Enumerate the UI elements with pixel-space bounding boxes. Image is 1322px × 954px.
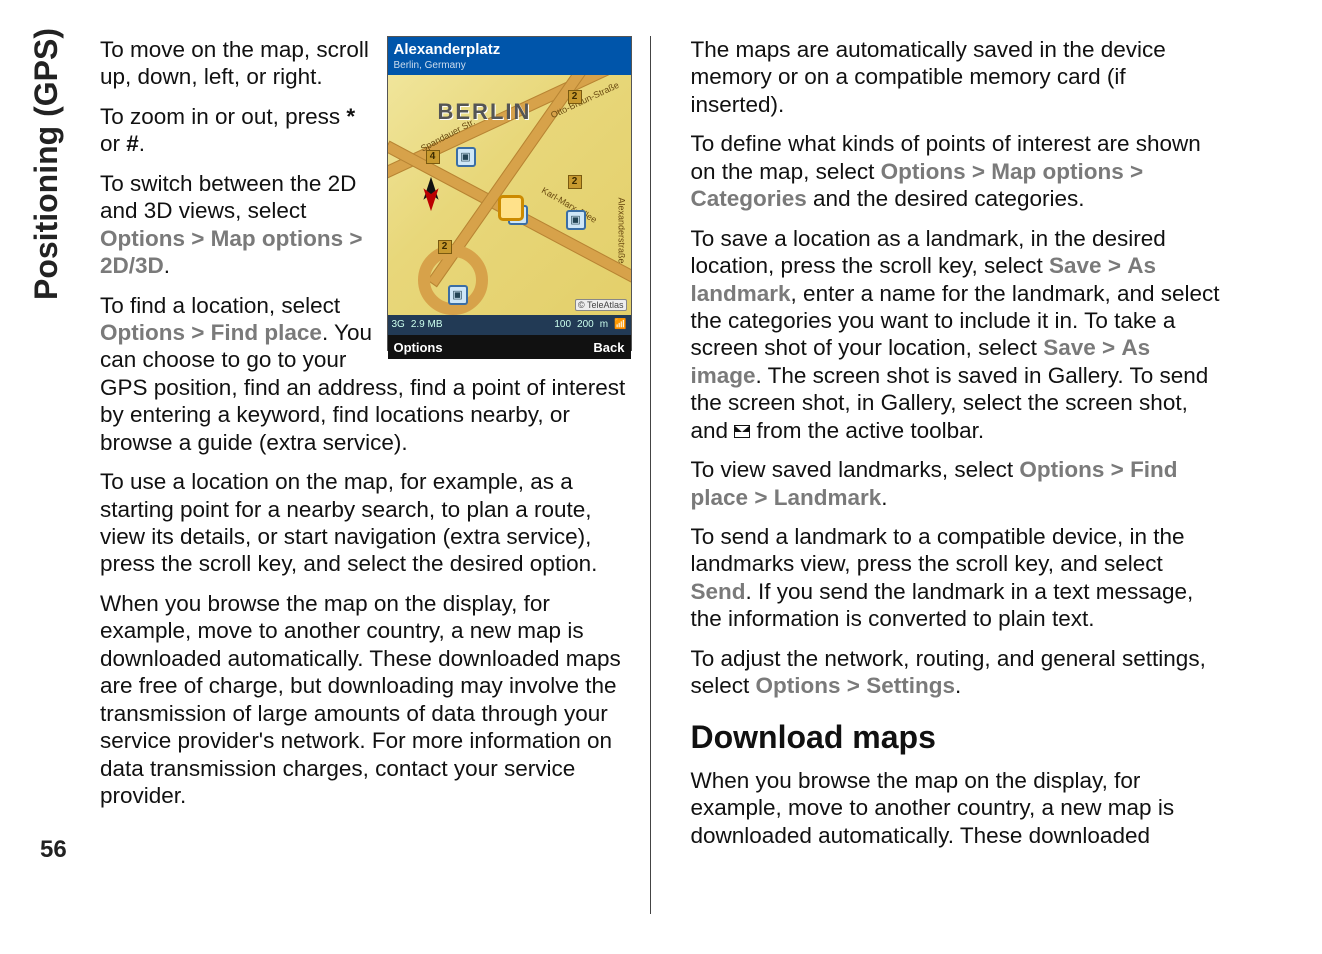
para-save-landmark: To save a location as a landmark, in the…	[691, 225, 1223, 445]
poi-icon[interactable]: ▣	[448, 285, 468, 305]
para-settings: To adjust the network, routing, and gene…	[691, 645, 1223, 700]
separator: >	[191, 226, 204, 251]
menu-2d3d: 2D/3D	[100, 253, 164, 278]
menu-save: Save	[1043, 335, 1096, 360]
para-download-cont: When you browse the map on the display, …	[691, 767, 1223, 849]
text: To send a landmark to a compatible devic…	[691, 524, 1185, 576]
text: To find a location, select	[100, 293, 340, 318]
para-poi: To define what kinds of points of intere…	[691, 130, 1223, 212]
road-label: Alexanderstraße	[615, 198, 626, 264]
para-send-landmark: To send a landmark to a compatible devic…	[691, 523, 1223, 633]
route-marker: 2	[438, 240, 452, 254]
page-content: Alexanderplatz Berlin, Germany Otto-Brau…	[100, 36, 1222, 914]
separator: >	[349, 226, 362, 251]
map-status-bar: 3G 2.9 MB 100 200 m 📶	[388, 315, 631, 335]
section-title: Positioning (GPS)	[28, 28, 65, 300]
poi-icon[interactable]: ▣	[566, 210, 586, 230]
separator: >	[1111, 457, 1124, 482]
menu-options: Options	[881, 159, 966, 184]
page-number: 56	[40, 836, 67, 864]
separator: >	[972, 159, 985, 184]
softkey-back[interactable]: Back	[593, 340, 624, 356]
menu-map-options: Map options	[211, 226, 343, 251]
menu-options: Options	[100, 320, 185, 345]
route-marker: 4	[426, 150, 440, 164]
menu-options: Options	[1019, 457, 1104, 482]
text: To switch between the 2D and 3D views, s…	[100, 171, 356, 223]
separator: >	[191, 320, 204, 345]
para-view-landmarks: To view saved landmarks, select Options …	[691, 456, 1223, 511]
data-size: 2.9 MB	[411, 319, 443, 331]
heading-download-maps: Download maps	[691, 718, 1223, 757]
menu-map-options: Map options	[991, 159, 1123, 184]
text: .	[164, 253, 170, 278]
map-screenshot: Alexanderplatz Berlin, Germany Otto-Brau…	[387, 36, 632, 351]
menu-options: Options	[100, 226, 185, 251]
separator: >	[1108, 253, 1121, 278]
map-cursor[interactable]	[498, 195, 524, 221]
text: from the active toolbar.	[750, 418, 984, 443]
route-marker: 2	[568, 90, 582, 104]
menu-categories: Categories	[691, 186, 807, 211]
envelope-icon	[734, 425, 750, 438]
map-copyright: © TeleAtlas	[575, 299, 627, 312]
map-canvas[interactable]: Otto-Braun-Straße Karl-Marx-Allee Spanda…	[388, 75, 631, 315]
scale-200: 200	[577, 319, 594, 331]
map-title: Alexanderplatz	[388, 37, 631, 60]
text: or	[100, 131, 126, 156]
softkey-options[interactable]: Options	[394, 340, 443, 356]
para-saved: The maps are automatically saved in the …	[691, 36, 1223, 118]
sidebar: Positioning (GPS) 56	[0, 0, 90, 954]
signal-icon: 📶	[614, 319, 626, 331]
separator: >	[754, 485, 767, 510]
text: .	[881, 485, 887, 510]
text: To zoom in or out, press	[100, 104, 346, 129]
separator: >	[1102, 335, 1115, 360]
text: . If you send the landmark in a text mes…	[691, 579, 1194, 631]
para-download-info: When you browse the map on the display, …	[100, 590, 632, 810]
menu-settings: Settings	[866, 673, 955, 698]
text: To view saved landmarks, select	[691, 457, 1020, 482]
map-subtitle: Berlin, Germany	[388, 60, 631, 75]
scale-unit: m	[600, 319, 608, 331]
right-column: The maps are automatically saved in the …	[691, 36, 1223, 914]
compass-icon	[412, 175, 450, 213]
text: .	[139, 131, 145, 156]
menu-save: Save	[1049, 253, 1102, 278]
scale-100: 100	[554, 319, 571, 331]
separator: >	[1130, 159, 1143, 184]
network-indicator: 3G	[392, 319, 405, 331]
key-hash: #	[126, 131, 139, 156]
text: .	[955, 673, 961, 698]
menu-options: Options	[756, 673, 841, 698]
para-use-location: To use a location on the map, for exampl…	[100, 468, 632, 578]
menu-landmark: Landmark	[774, 485, 882, 510]
route-marker: 2	[568, 175, 582, 189]
text: and the desired categories.	[807, 186, 1085, 211]
menu-find-place: Find place	[211, 320, 322, 345]
softkey-bar: Options Back	[388, 335, 631, 359]
city-label: BERLIN	[438, 99, 532, 126]
menu-send: Send	[691, 579, 746, 604]
left-column: Alexanderplatz Berlin, Germany Otto-Brau…	[100, 36, 651, 914]
key-star: *	[346, 104, 355, 129]
separator: >	[847, 673, 860, 698]
poi-icon[interactable]: ▣	[456, 147, 476, 167]
